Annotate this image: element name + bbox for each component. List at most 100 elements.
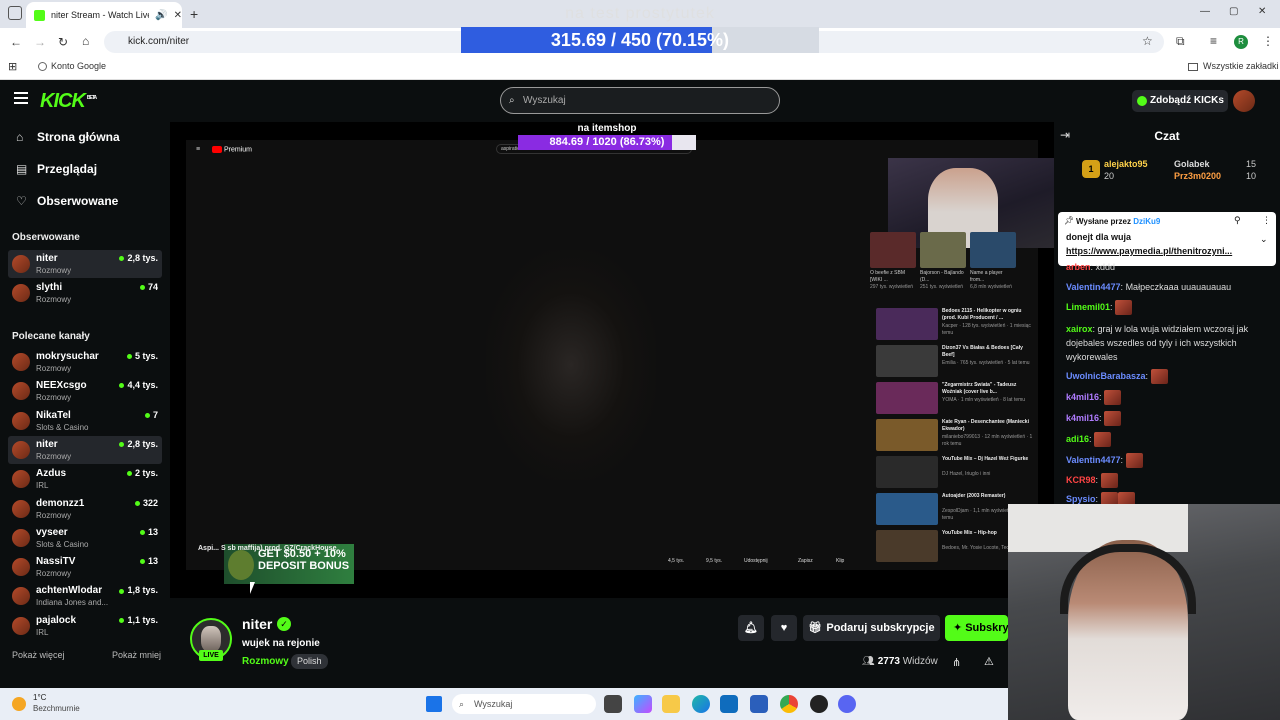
channel-item-vyseer[interactable]: vyseer Slots & Casino 13 xyxy=(8,524,162,552)
chat-message[interactable]: UwolnicBarabasza: xyxy=(1066,369,1280,385)
channel-category: Rozmowy xyxy=(36,295,72,305)
chat-username[interactable]: KCR98 xyxy=(1066,475,1096,485)
channel-name[interactable]: niter xyxy=(242,616,272,632)
channel-item-demonzz1[interactable]: demonzz1 Rozmowy 322 xyxy=(8,495,162,523)
chat-username[interactable]: adi16 xyxy=(1066,434,1089,444)
edge-icon[interactable] xyxy=(692,695,710,713)
category-link[interactable]: Rozmowy xyxy=(242,656,289,667)
expand-icon[interactable]: ⌄ xyxy=(1260,234,1268,245)
chat-message[interactable]: arben: xddd xyxy=(1066,260,1280,274)
chat-username[interactable]: Spysio xyxy=(1066,494,1096,504)
subscribe-button[interactable]: ✦ Subskry xyxy=(945,615,1008,641)
home-icon[interactable]: ⌂ xyxy=(82,34,89,48)
streamer-webcam xyxy=(1008,504,1280,720)
chrome-icon[interactable] xyxy=(780,695,798,713)
nav-home[interactable]: ⌂ Strona główna xyxy=(16,130,120,144)
channel-item-azdus[interactable]: Azdus IRL 2 tys. xyxy=(8,465,162,493)
channel-item-slythi[interactable]: slythi Rozmowy 74 xyxy=(8,279,162,307)
kicks-coin-icon xyxy=(1137,96,1147,106)
channel-avatar xyxy=(12,558,30,577)
task-view-icon[interactable] xyxy=(604,695,622,713)
gift-subs-button[interactable]: 🎁︎ Podaruj subskrypcje xyxy=(803,615,940,641)
channel-viewers: 13 xyxy=(140,527,158,537)
channel-item-neexcsgo[interactable]: NEEXcsgo Rozmowy 4,4 tys. xyxy=(8,377,162,405)
get-kicks-label: Zdobądź KICKs xyxy=(1150,95,1224,106)
back-icon[interactable]: ← xyxy=(10,35,22,49)
pinned-link[interactable]: https://www.paymedia.pl/thenitrozyni... xyxy=(1066,246,1256,256)
chat-message[interactable]: Valentin4477: Małpeczkaaa uuauauauau xyxy=(1066,280,1280,294)
chat-message[interactable]: Spysio: xyxy=(1066,492,1280,504)
unpin-icon[interactable]: ⚲ xyxy=(1234,215,1241,226)
chat-username[interactable]: Valentin4477 xyxy=(1066,282,1121,292)
pin-icon: 📌︎ xyxy=(1064,216,1075,225)
apps-grid-icon[interactable]: ⊞ xyxy=(8,60,17,73)
user-avatar[interactable] xyxy=(1233,90,1255,112)
emote-icon xyxy=(1100,492,1118,504)
show-less-link[interactable]: Pokaż mniej xyxy=(112,650,161,660)
video-player[interactable]: ≡ Premium aspiratio O beefie z SBM [WIKI… xyxy=(170,122,1054,598)
kick-logo[interactable]: KICK BETA xyxy=(40,90,97,113)
hamburger-menu-icon[interactable] xyxy=(14,92,28,104)
app-icon[interactable] xyxy=(810,695,828,713)
show-more-link[interactable]: Pokaż więcej xyxy=(12,650,65,660)
chat-username[interactable]: k4mil16 xyxy=(1066,413,1099,423)
pinned-more-icon[interactable]: ⋮ xyxy=(1262,215,1271,226)
weather-temp[interactable]: 1°C xyxy=(33,693,46,702)
nav-following[interactable]: ♡ Obserwowane xyxy=(16,194,118,208)
channel-avatar xyxy=(12,411,30,430)
extensions-icon[interactable]: ⧉ xyxy=(1176,34,1185,49)
all-bookmarks[interactable]: Wszystkie zakładki xyxy=(1188,61,1279,71)
channel-name: niter xyxy=(36,438,58,450)
forward-icon[interactable]: → xyxy=(34,35,46,49)
channel-item-nassitv[interactable]: NassiTV Rozmowy 13 xyxy=(8,553,162,581)
chat-message[interactable]: adi16: xyxy=(1066,432,1280,448)
yt-clip: Klip xyxy=(836,558,845,564)
store-icon[interactable] xyxy=(750,695,768,713)
chat-message[interactable]: xairox: graj w lola wuja widziałem wczor… xyxy=(1066,322,1280,364)
chat-message[interactable]: k4mil16: xyxy=(1066,390,1280,406)
channel-item-mokrysuchar[interactable]: mokrysuchar Rozmowy 5 tys. xyxy=(8,348,162,376)
chat-message[interactable]: Limemil01: xyxy=(1066,300,1280,316)
emote-icon xyxy=(1117,492,1135,504)
notification-button[interactable]: 🔔︎ xyxy=(738,615,764,641)
taskbar-search[interactable]: ⌕ Wyszukaj xyxy=(452,694,596,714)
chat-username[interactable]: arben xyxy=(1066,262,1091,272)
share-icon[interactable]: ⋔ xyxy=(952,656,961,669)
chat-message[interactable]: Valentin4477: xyxy=(1066,453,1280,469)
copilot-icon[interactable] xyxy=(634,695,652,713)
reload-icon[interactable]: ↻ xyxy=(58,35,68,49)
channel-item-achtenwlodar[interactable]: achtenWlodar Indiana Jones and... 1,8 tys. xyxy=(8,582,162,610)
channel-item-nikatel[interactable]: NikaTel Slots & Casino 7 xyxy=(8,407,162,435)
discord-icon[interactable] xyxy=(838,695,856,713)
profile-avatar[interactable]: R xyxy=(1234,35,1248,49)
bookmark-star-icon[interactable]: ☆ xyxy=(1142,34,1153,48)
weather-desc[interactable]: Bezchmurnie xyxy=(33,704,80,713)
language-tag[interactable]: Polish xyxy=(291,654,328,669)
chat-username[interactable]: UwolnicBarabasza xyxy=(1066,371,1146,381)
channel-name: niter xyxy=(36,253,58,264)
file-explorer-icon[interactable] xyxy=(662,695,680,713)
nav-browse[interactable]: ▤ Przeglądaj xyxy=(16,162,97,176)
channel-item-niter[interactable]: niter Rozmowy 2,8 tys. xyxy=(8,435,162,464)
report-icon[interactable]: ⚠ xyxy=(984,655,994,668)
start-button[interactable] xyxy=(426,696,442,712)
chat-username[interactable]: Valentin4477 xyxy=(1066,455,1121,465)
chat-message[interactable]: KCR98: xyxy=(1066,473,1280,489)
chat-username[interactable]: k4mil16 xyxy=(1066,392,1099,402)
outlook-icon[interactable] xyxy=(720,695,738,713)
channel-item-niter[interactable]: niter Rozmowy 2,8 tys. xyxy=(8,250,162,278)
browser-menu-icon[interactable]: ⋮ xyxy=(1262,34,1274,48)
get-kicks-button[interactable]: Zdobądź KICKs xyxy=(1132,90,1228,112)
chat-username[interactable]: xairox xyxy=(1066,324,1093,334)
bookmark-google-account[interactable]: Konto Google xyxy=(38,61,106,72)
goal2-progress-text: 884.69 / 1020 (86.73%) xyxy=(549,136,665,148)
search-input[interactable]: ⌕ Wyszukaj xyxy=(500,87,780,114)
channel-category: IRL xyxy=(36,481,49,491)
channel-item-pajalock[interactable]: pajalock IRL 1,1 tys. xyxy=(8,612,162,640)
channel-viewers: 1,8 tys. xyxy=(119,585,158,595)
follow-button[interactable]: ♥ xyxy=(771,615,797,641)
chat-username[interactable]: Limemil01 xyxy=(1066,302,1110,312)
chat-message[interactable]: k4mil16: xyxy=(1066,411,1280,427)
pinned-message[interactable]: 📌︎ Wysłane przez DziKu9 ⚲ ⋮ donejt dla w… xyxy=(1058,212,1276,266)
reading-list-icon[interactable]: ≡ xyxy=(1210,34,1217,48)
